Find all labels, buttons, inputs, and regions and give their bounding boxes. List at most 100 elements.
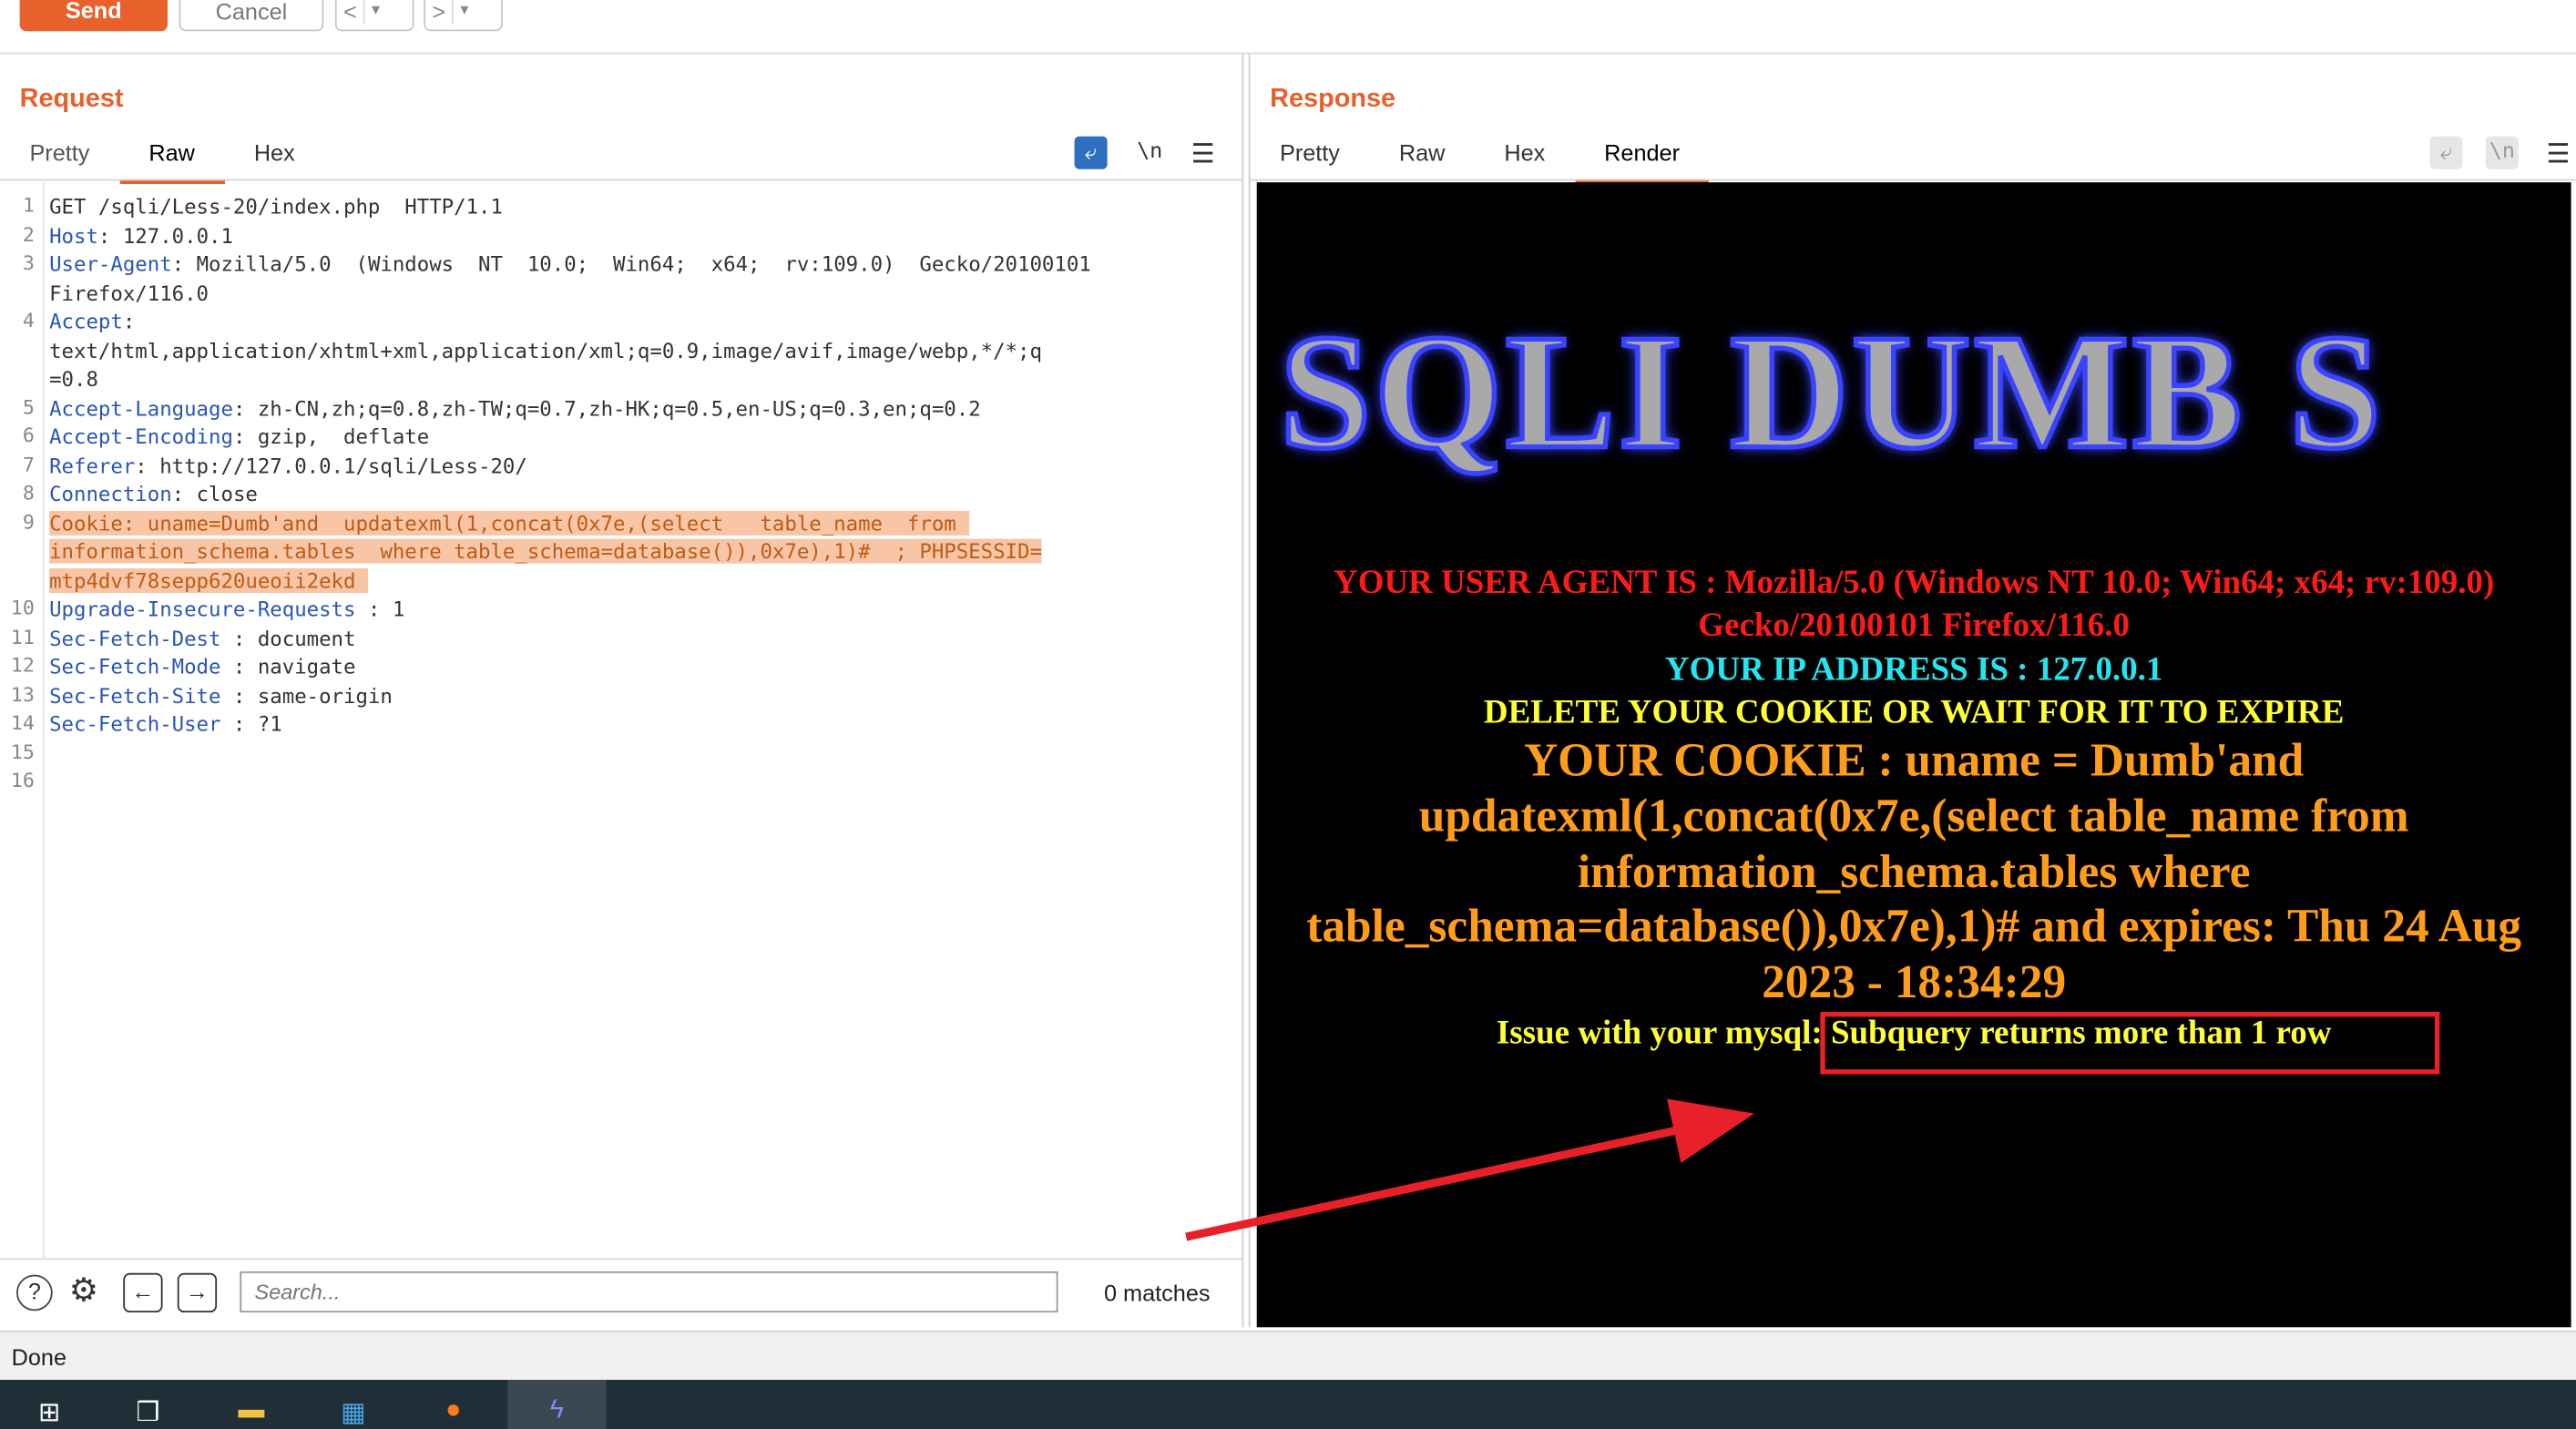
request-panel: Request Pretty Raw Hex ⤶ \n ☰ 1 GET /sqli…: [0, 54, 1244, 1330]
request-line: 11 Sec-Fetch-Dest : document: [0, 623, 1216, 652]
match-count: 0 matches: [1103, 1279, 1211, 1306]
header-line: Accept:: [49, 307, 135, 336]
header-value: : ?1: [220, 710, 282, 736]
top-toolbar: Send Cancel < ▾ > ▾: [0, 0, 2576, 55]
line-number: 7: [22, 452, 35, 476]
search-bar: ? ⚙ ← → 0 matches: [0, 1258, 1242, 1330]
request-line: 5 Accept-Language: zh-CN,zh;q=0.8,zh-TW;q…: [0, 393, 1216, 423]
header-key: Sec-Fetch-Dest: [49, 625, 221, 650]
request-title: Request: [19, 85, 124, 114]
cookie-line-2: updatexml(1,concat(0x7e,(select table_na…: [1418, 791, 2409, 843]
file-explorer-icon[interactable]: ▬: [231, 1396, 271, 1429]
request-editor[interactable]: 1 GET /sqli/Less-20/index.php HTTP/1.1 2 Ho…: [0, 182, 1242, 1259]
header-key: Accept: [49, 309, 123, 334]
line-number: 1: [22, 193, 35, 218]
sqli-dumb-banner: SQLI DUMB S: [1277, 298, 2385, 485]
cookie-payload-text: information_schema.tables where table_sc…: [49, 538, 1042, 564]
header-key: Sec-Fetch-Site: [49, 682, 221, 708]
burp-repeater-window: Send Cancel < ▾ > ▾ ▮▮ ☰ ■ Request Prett…: [0, 0, 2576, 1429]
windows-start-icon[interactable]: ⊞: [29, 1396, 68, 1429]
tab-hex[interactable]: Hex: [1475, 133, 1575, 179]
back-history-dropdown-icon[interactable]: ▾: [365, 2, 387, 20]
header-line: Host: 127.0.0.1: [49, 221, 233, 250]
header-line: Connection: close: [49, 480, 258, 509]
header-value: : gzip, deflate: [232, 424, 430, 449]
line-number: 4: [22, 309, 35, 332]
request-line: =0.8: [0, 364, 1216, 393]
request-line: 15: [0, 739, 1216, 768]
response-title: Response: [1270, 85, 1396, 114]
request-line: 3 User-Agent: Mozilla/5.0 (Windows NT 10.…: [0, 250, 1216, 279]
header-value: : Mozilla/5.0 (Windows NT 10.0; Win64; x…: [171, 250, 1091, 276]
line-number: 9: [22, 510, 35, 534]
tab-pretty[interactable]: Pretty: [0, 133, 119, 179]
show-newlines-icon[interactable]: \n: [1137, 139, 1162, 164]
forward-arrow-icon[interactable]: >: [425, 0, 452, 24]
help-icon[interactable]: ?: [16, 1274, 53, 1312]
line-number: 16: [10, 769, 35, 792]
header-key: Accept-Language: [49, 394, 233, 420]
tab-raw[interactable]: Raw: [1369, 133, 1474, 179]
show-newlines-icon[interactable]: \n: [2485, 136, 2519, 169]
forward-nav-group[interactable]: > ▾: [424, 0, 503, 32]
header-value: : navigate: [220, 653, 356, 679]
header-value: : close: [171, 481, 258, 506]
tab-raw[interactable]: Raw: [118, 133, 225, 184]
settings-gear-icon[interactable]: ⚙: [66, 1275, 102, 1312]
line-number: 13: [10, 682, 35, 706]
header-value: : document: [220, 625, 356, 650]
request-line: 8 Connection: close: [0, 480, 1216, 509]
menu-icon[interactable]: ☰: [2547, 138, 2571, 170]
request-line: 4 Accept:: [0, 307, 1216, 336]
line-number: 5: [22, 394, 35, 419]
user-agent-line-2: Gecko/20100101 Firefox/116.0: [1698, 607, 2131, 644]
burp-suite-icon[interactable]: ϟ: [537, 1396, 577, 1429]
back-nav-group[interactable]: < ▾: [334, 0, 414, 32]
rendered-response: SQLI DUMB S YOUR USER AGENT IS : Mozilla…: [1256, 182, 2571, 1328]
cookie-payload-line: Cookie: uname=Dumb'and updatexml(1,conca…: [49, 508, 969, 537]
line-number: 3: [22, 250, 35, 275]
microsoft-store-icon[interactable]: ▦: [333, 1396, 373, 1429]
header-key: User-Agent: [49, 250, 172, 276]
ip-address-line: YOUR IP ADDRESS IS : 127.0.0.1: [1664, 652, 2163, 689]
line-number: 8: [22, 481, 35, 505]
header-value: : same-origin: [220, 682, 393, 708]
cancel-button[interactable]: Cancel: [179, 0, 324, 32]
next-match-icon[interactable]: →: [177, 1272, 218, 1313]
word-wrap-icon[interactable]: ⤶: [2429, 136, 2463, 169]
plain-line: text/html,application/xhtml+xml,applicat…: [49, 337, 1042, 362]
header-value: : http://127.0.0.1/sqli/Less-20/: [135, 452, 527, 477]
header-line: Upgrade-Insecure-Requests : 1: [49, 595, 404, 624]
header-line: Sec-Fetch-User : ?1: [49, 709, 282, 739]
search-input[interactable]: [240, 1271, 1058, 1313]
tab-hex[interactable]: Hex: [224, 133, 324, 179]
header-line: Sec-Fetch-Dest : document: [49, 623, 355, 652]
previous-match-icon[interactable]: ←: [123, 1272, 163, 1313]
line-number: 6: [22, 424, 35, 447]
line-number: 2: [22, 222, 35, 246]
header-value: : zh-CN,zh;q=0.8,zh-TW;q=0.7,zh-HK;q=0.5…: [232, 394, 981, 420]
back-arrow-icon[interactable]: <: [337, 0, 363, 24]
request-line: 10 Upgrade-Insecure-Requests : 1: [0, 595, 1216, 624]
forward-history-dropdown-icon[interactable]: ▾: [454, 2, 475, 20]
line-number: 15: [10, 740, 35, 763]
menu-icon[interactable]: ☰: [1191, 138, 1215, 170]
cookie-payload-line: information_schema.tables where table_sc…: [49, 537, 1042, 566]
header-line: Accept-Encoding: gzip, deflate: [49, 423, 429, 452]
header-key: Host: [49, 222, 98, 248]
word-wrap-icon[interactable]: ⤶: [1074, 136, 1108, 169]
tab-render[interactable]: Render: [1574, 133, 1710, 184]
user-agent-line-1: YOUR USER AGENT IS : Mozilla/5.0 (Window…: [1333, 565, 2495, 602]
header-key: Sec-Fetch-User: [49, 710, 221, 736]
cookie-line-5: 2023 - 18:34:29: [1762, 957, 2067, 1009]
task-view-icon[interactable]: ❒: [128, 1396, 168, 1429]
line-number: 11: [10, 625, 35, 648]
firefox-icon[interactable]: ●: [434, 1396, 473, 1429]
header-key: Connection: [49, 481, 172, 506]
tab-pretty[interactable]: Pretty: [1251, 133, 1370, 179]
header-key: Sec-Fetch-Mode: [49, 653, 221, 679]
send-button[interactable]: Send: [19, 0, 168, 32]
request-line: 9 Cookie: uname=Dumb'and updatexml(1,conc…: [0, 508, 1216, 537]
header-line: Sec-Fetch-Mode : navigate: [49, 652, 355, 681]
response-panel: Response Pretty Raw Hex Render ⤶ \n ☰ SQ…: [1248, 54, 2576, 1328]
